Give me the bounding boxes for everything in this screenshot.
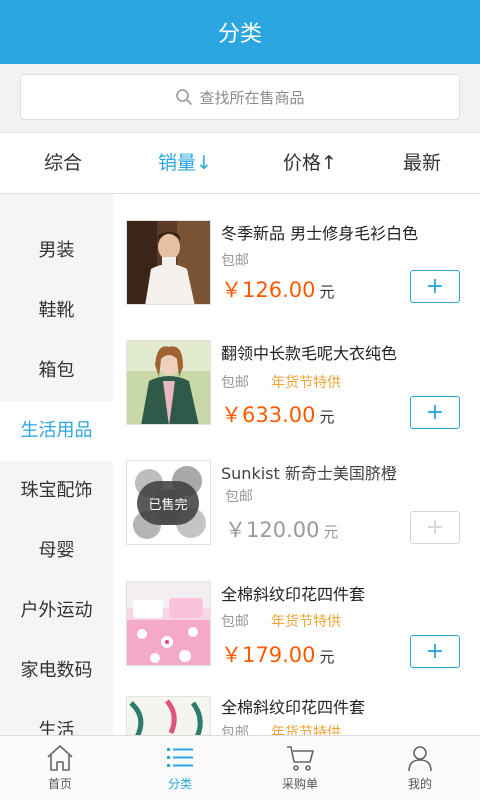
tab-home[interactable]: 首页 bbox=[0, 736, 120, 801]
product-image-sweater bbox=[126, 220, 211, 305]
sort-price[interactable]: 价格↑ bbox=[250, 133, 370, 193]
sidebar-item-bags[interactable]: 箱包 bbox=[0, 341, 113, 401]
shipping-label: 包邮 bbox=[221, 375, 249, 391]
cart-icon bbox=[287, 746, 314, 771]
tab-purchase-list[interactable]: 采购单 bbox=[240, 736, 360, 801]
tab-mine[interactable]: 我的 bbox=[360, 736, 480, 801]
app-header: 分类 bbox=[0, 0, 480, 64]
price-value: ￥179.00 bbox=[221, 643, 316, 667]
tab-label: 分类 bbox=[167, 777, 192, 791]
shipping-label: 包邮 bbox=[225, 489, 253, 505]
sidebar-item-menswear[interactable]: 男装 bbox=[0, 221, 113, 281]
product-price: ￥120.00 元 bbox=[225, 514, 339, 544]
add-to-cart-button[interactable]: + bbox=[410, 635, 460, 668]
product-title: 冬季新品 男士修身毛衫白色 bbox=[221, 224, 419, 243]
product-card[interactable]: 全棉斜纹印花四件套 包邮 年货节特供 ￥179.00 元 + bbox=[113, 579, 480, 699]
add-to-cart-button[interactable]: + bbox=[410, 396, 460, 429]
product-card[interactable]: 全棉斜纹印花四件套 包邮 年货节特供 bbox=[113, 696, 480, 735]
product-title: 全棉斜纹印花四件套 bbox=[221, 698, 366, 717]
sort-bar: 综合 销量↓ 价格↑ 最新 bbox=[0, 132, 480, 194]
product-price: ￥633.00 元 bbox=[221, 399, 335, 429]
search-icon bbox=[176, 89, 193, 105]
page-title: 分类 bbox=[217, 22, 262, 47]
user-icon bbox=[408, 746, 432, 772]
home-icon bbox=[47, 745, 73, 771]
sold-out-badge: 已售完 bbox=[137, 481, 199, 525]
sidebar-item-baby[interactable]: 母婴 bbox=[0, 521, 113, 581]
search-bar: 查找所在售商品 bbox=[0, 64, 480, 132]
search-placeholder: 查找所在售商品 bbox=[199, 88, 305, 107]
add-to-cart-button[interactable]: + bbox=[410, 511, 460, 544]
product-list: 冬季新品 男士修身毛衫白色 包邮 ￥126.00 元 + 翻领中长款毛呢大衣纯色 … bbox=[113, 194, 480, 735]
price-value: ￥126.00 bbox=[221, 278, 316, 302]
category-icon bbox=[167, 748, 193, 767]
product-price: ￥126.00 元 bbox=[221, 274, 335, 304]
sort-sales[interactable]: 销量↓ bbox=[125, 133, 245, 193]
sort-comprehensive[interactable]: 综合 bbox=[3, 133, 123, 193]
price-value: ￥120.00 bbox=[225, 518, 320, 542]
tab-label: 采购单 bbox=[281, 777, 318, 791]
product-card[interactable]: 翻领中长款毛呢大衣纯色 包邮 年货节特供 ￥633.00 元 + bbox=[113, 338, 480, 458]
tab-label: 我的 bbox=[407, 777, 432, 791]
price-unit: 元 bbox=[323, 523, 339, 541]
product-card[interactable]: 已售完 Sunkist 新奇士美国脐橙 包邮 ￥120.00 元 + bbox=[113, 458, 480, 578]
sidebar-item-jewelry[interactable]: 珠宝配饰 bbox=[0, 461, 113, 521]
tab-category[interactable]: 分类 bbox=[120, 736, 240, 801]
category-sidebar: 男装 鞋靴 箱包 生活用品 珠宝配饰 母婴 户外运动 家电数码 生活 bbox=[0, 194, 113, 735]
product-price: ￥179.00 元 bbox=[221, 639, 335, 669]
sidebar-item-life[interactable]: 生活 bbox=[0, 701, 113, 735]
search-input[interactable]: 查找所在售商品 bbox=[20, 74, 460, 120]
promo-label: 年货节特供 bbox=[271, 614, 341, 630]
price-unit: 元 bbox=[319, 408, 335, 426]
shipping-label: 包邮 bbox=[221, 253, 249, 269]
product-title: 全棉斜纹印花四件套 bbox=[221, 585, 366, 604]
product-image-orange: 已售完 bbox=[126, 460, 211, 545]
price-unit: 元 bbox=[319, 648, 335, 666]
promo-label: 年货节特供 bbox=[271, 375, 341, 391]
product-image-bedding bbox=[126, 581, 211, 666]
sort-newest[interactable]: 最新 bbox=[362, 133, 480, 193]
price-unit: 元 bbox=[319, 283, 335, 301]
sidebar-item-daily-goods[interactable]: 生活用品 bbox=[0, 401, 113, 461]
add-to-cart-button[interactable]: + bbox=[410, 270, 460, 303]
tab-label: 首页 bbox=[47, 777, 72, 791]
shipping-label: 包邮 bbox=[221, 614, 249, 630]
sidebar-item-electronics[interactable]: 家电数码 bbox=[0, 641, 113, 701]
product-image-bedding-floral bbox=[126, 696, 211, 735]
product-title: Sunkist 新奇士美国脐橙 bbox=[221, 464, 397, 483]
price-value: ￥633.00 bbox=[221, 403, 316, 427]
sidebar-item-shoes[interactable]: 鞋靴 bbox=[0, 281, 113, 341]
sidebar-item-outdoor[interactable]: 户外运动 bbox=[0, 581, 113, 641]
product-title: 翻领中长款毛呢大衣纯色 bbox=[221, 344, 398, 363]
product-card[interactable]: 冬季新品 男士修身毛衫白色 包邮 ￥126.00 元 + bbox=[113, 218, 480, 338]
bottom-tab-bar: 首页 分类 采购单 我的 bbox=[0, 735, 480, 800]
product-image-coat bbox=[126, 340, 211, 425]
shipping-label: 包邮 bbox=[221, 725, 249, 735]
promo-label: 年货节特供 bbox=[271, 725, 341, 735]
